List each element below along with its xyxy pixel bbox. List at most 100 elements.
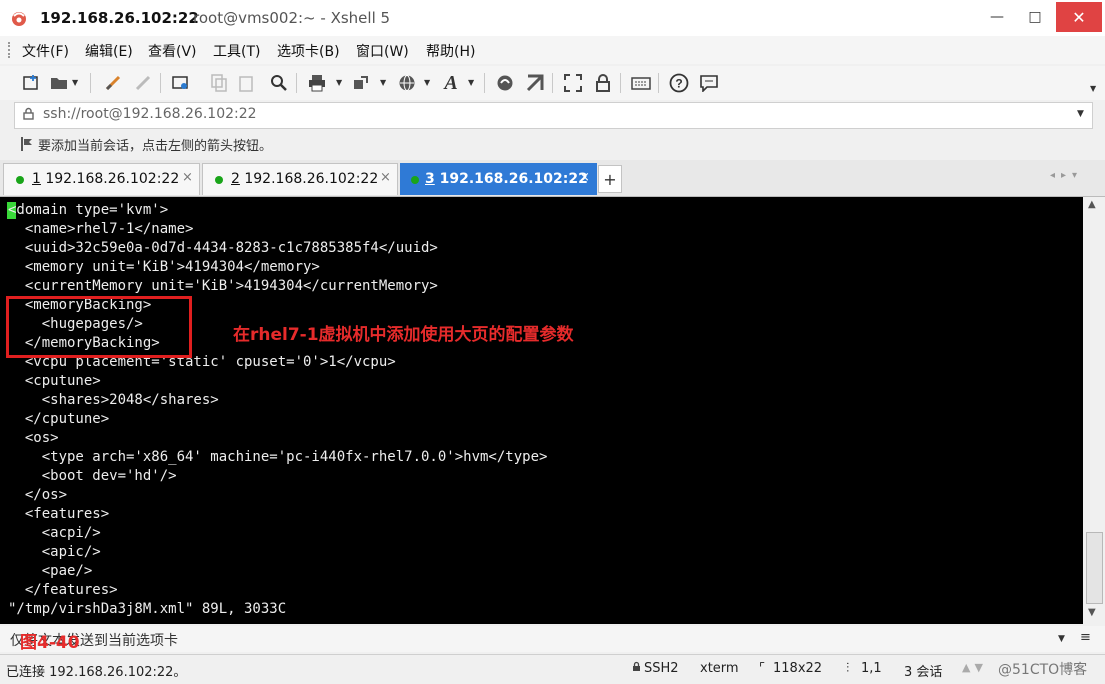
toolbar: ▼ ▼ ▼ ▼ A ▼ ? ▼: [0, 66, 1105, 100]
title-bar: 192.168.26.102:22 root@vms002:~ - Xshell…: [0, 0, 1105, 37]
tab-label: 3 192.168.26.102:22: [425, 171, 588, 187]
figure-label: 图4-40: [20, 633, 80, 653]
terminal-line: <boot dev='hd'/>: [8, 468, 177, 484]
font-icon[interactable]: A: [440, 72, 462, 94]
scroll-down-icon[interactable]: ▼: [1088, 607, 1096, 618]
tab-number: 1: [32, 171, 41, 187]
vertical-scrollbar[interactable]: ▲ ▼: [1083, 197, 1105, 624]
chevron-down-icon[interactable]: ▼: [72, 78, 78, 87]
toolbar-overflow-icon[interactable]: ▼: [1090, 84, 1096, 93]
terminal-line: <apic/>: [8, 544, 101, 560]
terminal-line: <pae/>: [8, 563, 93, 579]
scroll-up-icon[interactable]: ▲: [1088, 199, 1096, 210]
arrow-bookmark-icon[interactable]: [20, 136, 34, 156]
send-bar[interactable]: 仅将文本发送到当前选项卡 图4-40 ▼ ≡: [0, 626, 1105, 653]
disconnect-icon[interactable]: [132, 72, 154, 94]
copy-icon[interactable]: [208, 72, 230, 94]
terminal-line: <acpi/>: [8, 525, 101, 541]
terminal-line: <features>: [8, 506, 110, 522]
scroll-thumb[interactable]: [1086, 532, 1103, 604]
menu-grip[interactable]: [8, 42, 12, 58]
tab-session-2[interactable]: 2 192.168.26.102:22 ×: [202, 163, 398, 195]
chevron-down-icon[interactable]: ▼: [1077, 109, 1084, 119]
menu-window[interactable]: 窗口(W): [356, 41, 409, 61]
minimize-button[interactable]: —: [980, 2, 1014, 32]
tab-label: 2 192.168.26.102:22: [231, 171, 378, 187]
status-bar: 已连接 192.168.26.102:22。 SSH2 xterm ⌜ 118x…: [0, 654, 1105, 684]
menu-icon[interactable]: ≡: [1080, 630, 1091, 645]
address-input[interactable]: ssh://root@192.168.26.102:22: [43, 106, 257, 122]
session-nav-arrows-icon[interactable]: ▲▼: [962, 661, 987, 674]
menu-view[interactable]: 查看(V): [148, 41, 197, 61]
chat-icon[interactable]: [698, 72, 720, 94]
window-title-host: 192.168.26.102:22: [40, 9, 199, 27]
terminal-line: </os>: [8, 487, 68, 503]
address-bar[interactable]: ssh://root@192.168.26.102:22 ▼: [14, 102, 1093, 129]
terminal-line: <uuid>32c59e0a-0d7d-4434-8283-c1c7885385…: [8, 240, 438, 256]
terminal-line: </cputune>: [8, 411, 110, 427]
terminal-line: </features>: [8, 582, 118, 598]
toolbar-separator: [484, 73, 485, 93]
menu-tabs[interactable]: 选项卡(B): [277, 41, 340, 61]
tab-nav-arrows-icon[interactable]: ◂▸▾: [1050, 170, 1083, 181]
terminal-line: <domain type='kvm'>: [8, 202, 169, 218]
close-icon[interactable]: ×: [579, 170, 590, 185]
terminal[interactable]: <domain type='kvm'> <name>rhel7-1</name>…: [0, 197, 1083, 624]
toolbar-separator: [552, 73, 553, 93]
new-session-icon[interactable]: [20, 72, 42, 94]
tab-host: 192.168.26.102:22: [239, 171, 379, 187]
close-icon[interactable]: ×: [380, 170, 391, 185]
tab-session-1[interactable]: 1 192.168.26.102:22 ×: [3, 163, 200, 195]
find-icon[interactable]: [268, 72, 290, 94]
globe-icon[interactable]: [396, 72, 418, 94]
tab-number: 3: [425, 171, 435, 187]
terminal-line: <cputune>: [8, 373, 101, 389]
hint-text: 要添加当前会话，点击左侧的箭头按钮。: [38, 139, 273, 154]
window-title: root@vms002:~ - Xshell 5: [193, 9, 391, 27]
connect-icon[interactable]: [102, 72, 124, 94]
terminal-type: xterm: [700, 661, 739, 676]
connection-status: 已连接 192.168.26.102:22。: [6, 665, 187, 680]
close-icon[interactable]: ×: [182, 170, 193, 185]
tab-session-3[interactable]: 3 192.168.26.102:22 ×: [400, 163, 597, 195]
annotation-text: 在rhel7-1虚拟机中添加使用大页的配置参数: [233, 325, 574, 345]
hint-bar: 要添加当前会话，点击左侧的箭头按钮。: [0, 131, 1105, 157]
lock-icon[interactable]: [592, 72, 614, 94]
help-icon[interactable]: ?: [668, 72, 690, 94]
terminal-line: <shares>2048</shares>: [8, 392, 219, 408]
tab-host: 192.168.26.102:22: [434, 171, 588, 187]
terminal-line: <name>rhel7-1</name>: [8, 221, 194, 237]
xftp-icon[interactable]: [494, 72, 516, 94]
status-dot: [411, 176, 419, 184]
print-icon[interactable]: [306, 72, 328, 94]
terminal-line: <memory unit='KiB'>4194304</memory>: [8, 259, 320, 275]
open-folder-icon[interactable]: [48, 72, 70, 94]
menu-tools[interactable]: 工具(T): [213, 41, 260, 61]
tab-host: 192.168.26.102:22: [40, 171, 180, 187]
resize-icon: ⌜: [759, 661, 766, 676]
cursor-position: 1,1: [861, 661, 882, 676]
chevron-down-icon[interactable]: ▼: [336, 78, 342, 87]
toolbar-separator: [160, 73, 161, 93]
xagent-icon[interactable]: [524, 72, 546, 94]
maximize-button[interactable]: □: [1018, 2, 1052, 32]
fullscreen-icon[interactable]: [562, 72, 584, 94]
menu-help[interactable]: 帮助(H): [426, 41, 475, 61]
menu-file[interactable]: 文件(F): [22, 41, 69, 61]
cursor-icon: ⫶: [846, 661, 850, 676]
status-dot: [215, 176, 223, 184]
chevron-down-icon[interactable]: ▼: [1058, 634, 1065, 644]
transfer-icon[interactable]: [350, 72, 372, 94]
chevron-down-icon[interactable]: ▼: [424, 78, 430, 87]
add-tab-button[interactable]: +: [598, 165, 622, 193]
terminal-line: <currentMemory unit='KiB'>4194304</curre…: [8, 278, 438, 294]
close-button[interactable]: ✕: [1056, 2, 1102, 32]
paste-icon[interactable]: [236, 72, 258, 94]
tab-bar: 1 192.168.26.102:22 × 2 192.168.26.102:2…: [0, 160, 1105, 197]
menu-edit[interactable]: 编辑(E): [85, 41, 133, 61]
keyboard-icon[interactable]: [630, 72, 652, 94]
chevron-down-icon[interactable]: ▼: [380, 78, 386, 87]
toolbar-separator: [658, 73, 659, 93]
chevron-down-icon[interactable]: ▼: [468, 78, 474, 87]
properties-icon[interactable]: [170, 72, 192, 94]
